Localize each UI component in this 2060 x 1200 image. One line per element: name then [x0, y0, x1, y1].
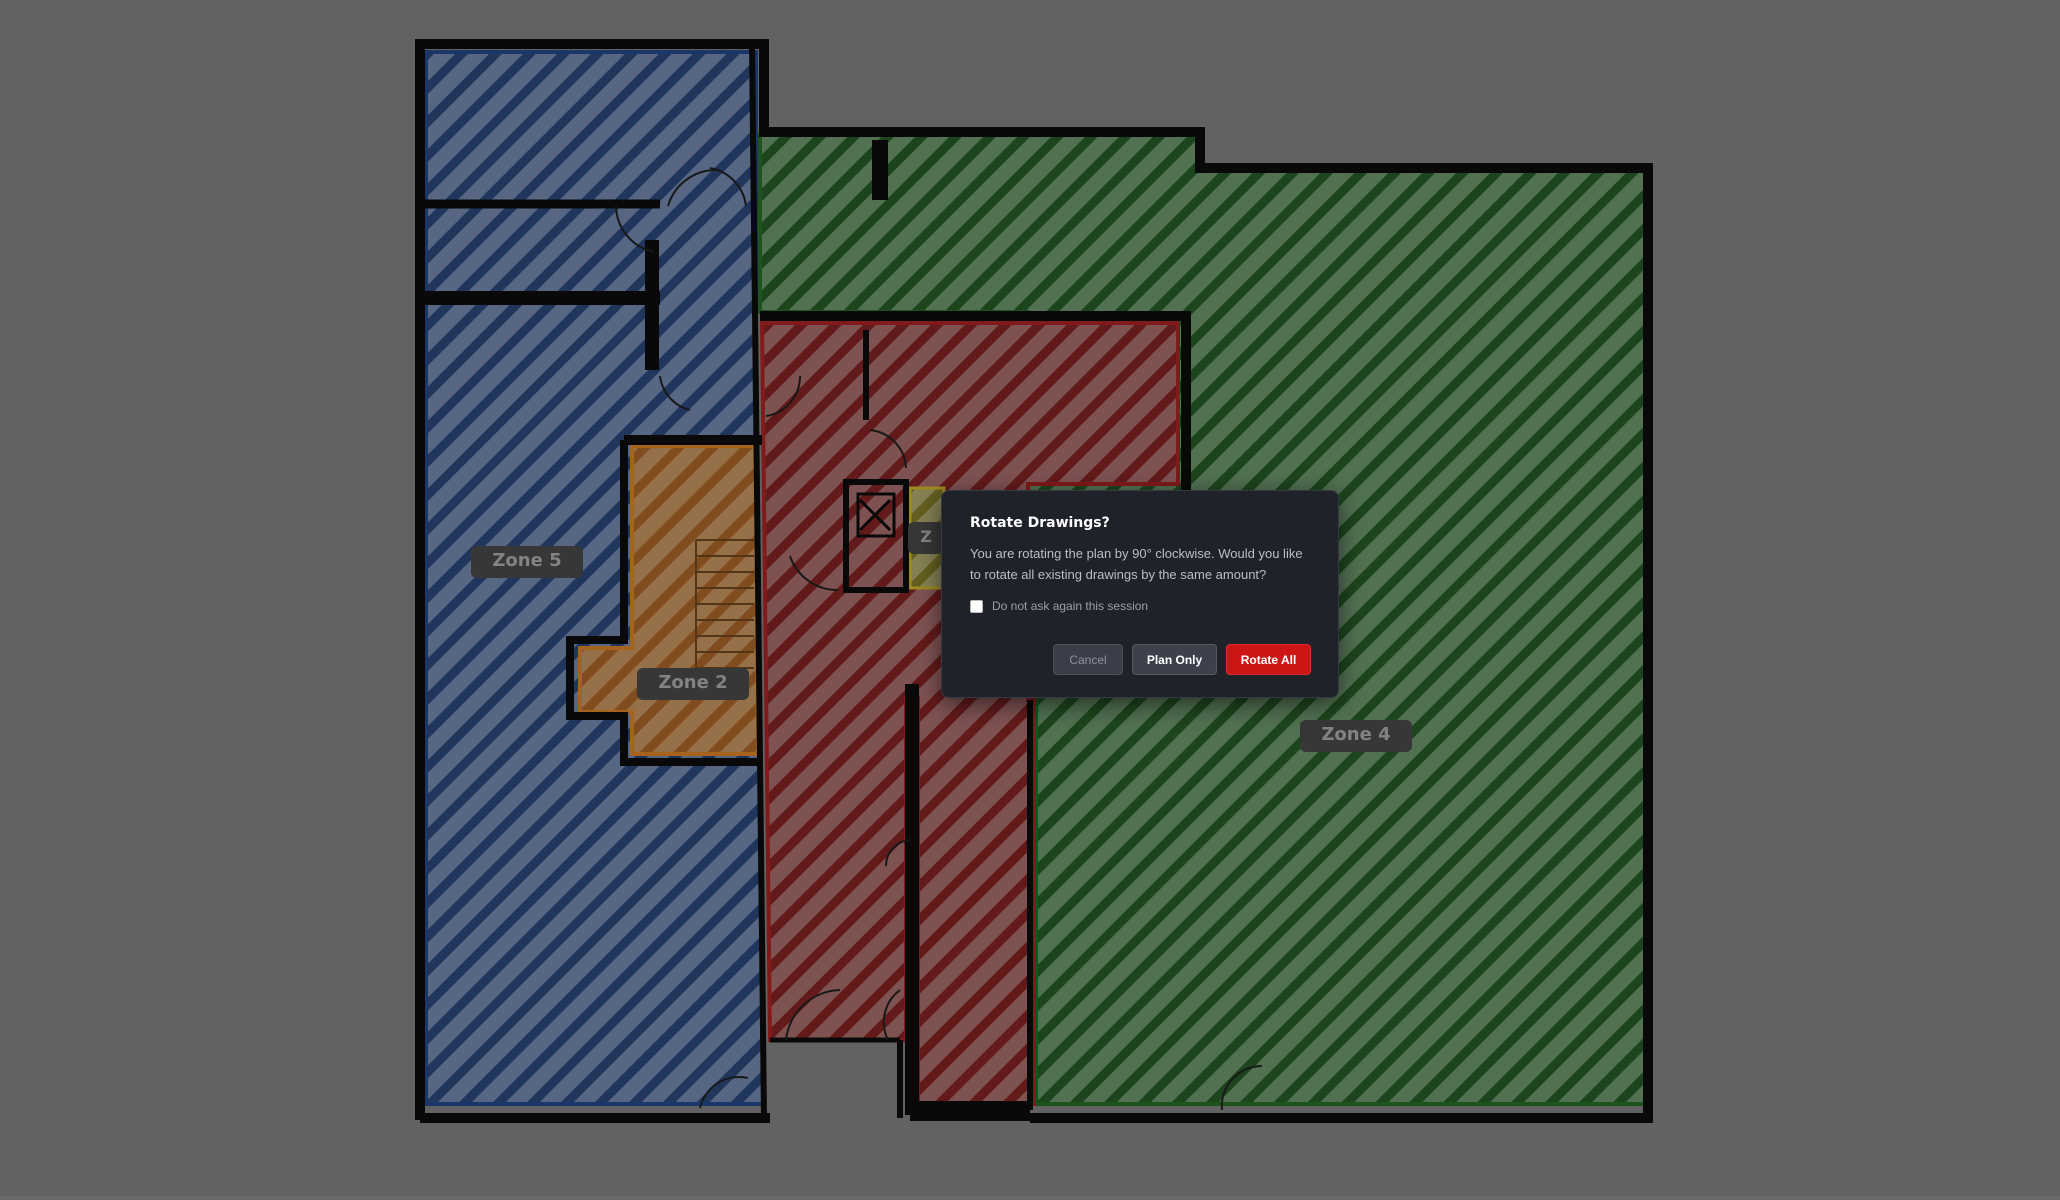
rotate-drawings-dialog: Rotate Drawings? You are rotating the pl…: [941, 490, 1339, 698]
rotate-all-button[interactable]: Rotate All: [1226, 644, 1311, 675]
do-not-ask-label[interactable]: Do not ask again this session: [992, 599, 1148, 613]
do-not-ask-checkbox[interactable]: [970, 599, 983, 613]
dialog-actions: Cancel Plan Only Rotate All: [1053, 644, 1311, 675]
plan-only-button[interactable]: Plan Only: [1132, 644, 1217, 675]
dialog-title: Rotate Drawings?: [970, 515, 1110, 531]
cancel-button[interactable]: Cancel: [1053, 644, 1123, 675]
do-not-ask-row[interactable]: Do not ask again this session: [970, 599, 1310, 613]
dialog-message: You are rotating the plan by 90° clockwi…: [970, 546, 1303, 582]
